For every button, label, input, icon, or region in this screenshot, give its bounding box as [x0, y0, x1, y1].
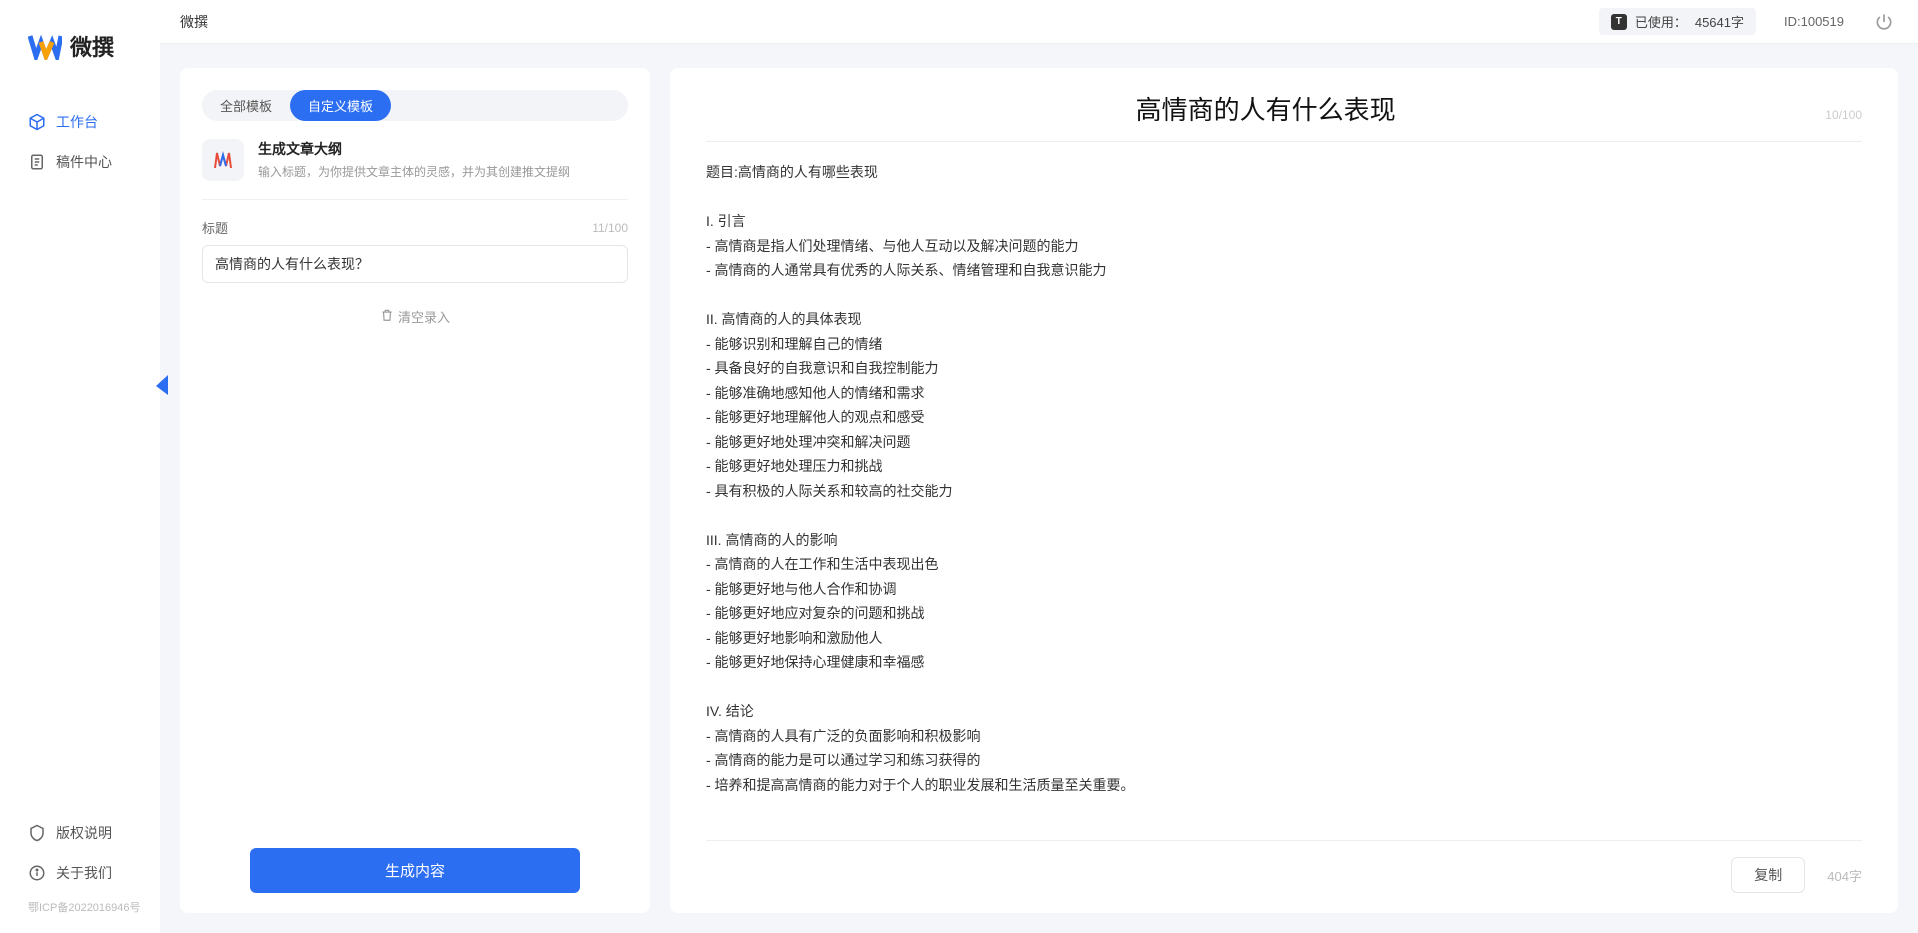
sidebar: 微撰 工作台 稿件中心 版权说明 [0, 0, 160, 933]
template-icon [202, 139, 244, 181]
form-block: 标题 11/100 清空录入 [180, 200, 650, 848]
cube-icon [28, 113, 46, 131]
title-label: 标题 [202, 218, 228, 237]
template-title: 生成文章大纲 [258, 139, 628, 159]
output-title-counter: 10/100 [1825, 108, 1862, 122]
output-header: 高情商的人有什么表现 10/100 [706, 90, 1862, 142]
template-info: 生成文章大纲 输入标题，为你提供文章主体的灵感，并为其创建推文提纲 [258, 139, 628, 181]
tab-all-templates[interactable]: 全部模板 [202, 90, 290, 121]
logo: 微撰 [0, 0, 160, 102]
sidebar-bottom: 版权说明 关于我们 鄂ICP备2022016946号 [0, 813, 160, 933]
usage-badge-icon: T [1611, 14, 1627, 30]
template-desc: 输入标题，为你提供文章主体的灵感，并为其创建推文提纲 [258, 163, 628, 181]
output-body[interactable]: 题目:高情商的人有哪些表现 I. 引言 - 高情商是指人们处理情绪、与他人互动以… [706, 160, 1862, 820]
sidebar-nav: 工作台 稿件中心 [0, 102, 160, 813]
usage-pill[interactable]: T 已使用： 45641字 [1599, 8, 1756, 35]
power-icon[interactable] [1874, 12, 1894, 32]
icp-text: 鄂ICP备2022016946号 [0, 893, 160, 921]
shield-icon [28, 824, 46, 842]
title-char-counter: 11/100 [592, 221, 628, 235]
copy-button[interactable]: 复制 [1731, 857, 1805, 893]
content-row: 全部模板 自定义模板 生成文章大纲 输入标题，为你提供文章主体的灵感，并为其创建… [160, 44, 1918, 933]
app-root: 微撰 工作台 稿件中心 版权说明 [0, 0, 1918, 933]
sidebar-item-about[interactable]: 关于我们 [0, 853, 160, 893]
template-card: 生成文章大纲 输入标题，为你提供文章主体的灵感，并为其创建推文提纲 [180, 139, 650, 199]
output-word-count: 404字 [1827, 866, 1862, 885]
title-input[interactable] [202, 245, 628, 283]
title-field-header: 标题 11/100 [202, 218, 628, 237]
logo-icon [28, 32, 62, 60]
output-title: 高情商的人有什么表现 [706, 90, 1825, 127]
sidebar-collapse-toggle[interactable] [152, 375, 168, 395]
template-tabs: 全部模板 自定义模板 [202, 90, 628, 121]
sidebar-item-label: 版权说明 [56, 823, 112, 843]
sidebar-item-label: 工作台 [56, 112, 98, 132]
page-title: 微撰 [180, 12, 1599, 32]
usage-label: 已使用： [1635, 12, 1687, 31]
sidebar-item-label: 稿件中心 [56, 152, 112, 172]
tab-custom-templates[interactable]: 自定义模板 [290, 90, 391, 121]
clear-label: 清空录入 [398, 307, 450, 326]
logo-text: 微撰 [70, 30, 114, 62]
usage-value: 45641字 [1695, 12, 1744, 31]
trash-icon [380, 308, 394, 325]
output-footer: 复制 404字 [706, 840, 1862, 893]
input-panel: 全部模板 自定义模板 生成文章大纲 输入标题，为你提供文章主体的灵感，并为其创建… [180, 68, 650, 913]
sidebar-item-label: 关于我们 [56, 863, 112, 883]
topbar: 微撰 T 已使用： 45641字 ID:100519 [160, 0, 1918, 44]
clear-input-button[interactable]: 清空录入 [202, 307, 628, 326]
info-icon [28, 864, 46, 882]
sidebar-item-copyright[interactable]: 版权说明 [0, 813, 160, 853]
sidebar-item-drafts[interactable]: 稿件中心 [0, 142, 160, 182]
generate-button[interactable]: 生成内容 [250, 848, 580, 893]
user-id: ID:100519 [1784, 14, 1844, 29]
output-panel: 高情商的人有什么表现 10/100 题目:高情商的人有哪些表现 I. 引言 - … [670, 68, 1898, 913]
main-area: 微撰 T 已使用： 45641字 ID:100519 全部模板 自定义模板 [160, 0, 1918, 933]
docs-icon [28, 153, 46, 171]
sidebar-item-workspace[interactable]: 工作台 [0, 102, 160, 142]
